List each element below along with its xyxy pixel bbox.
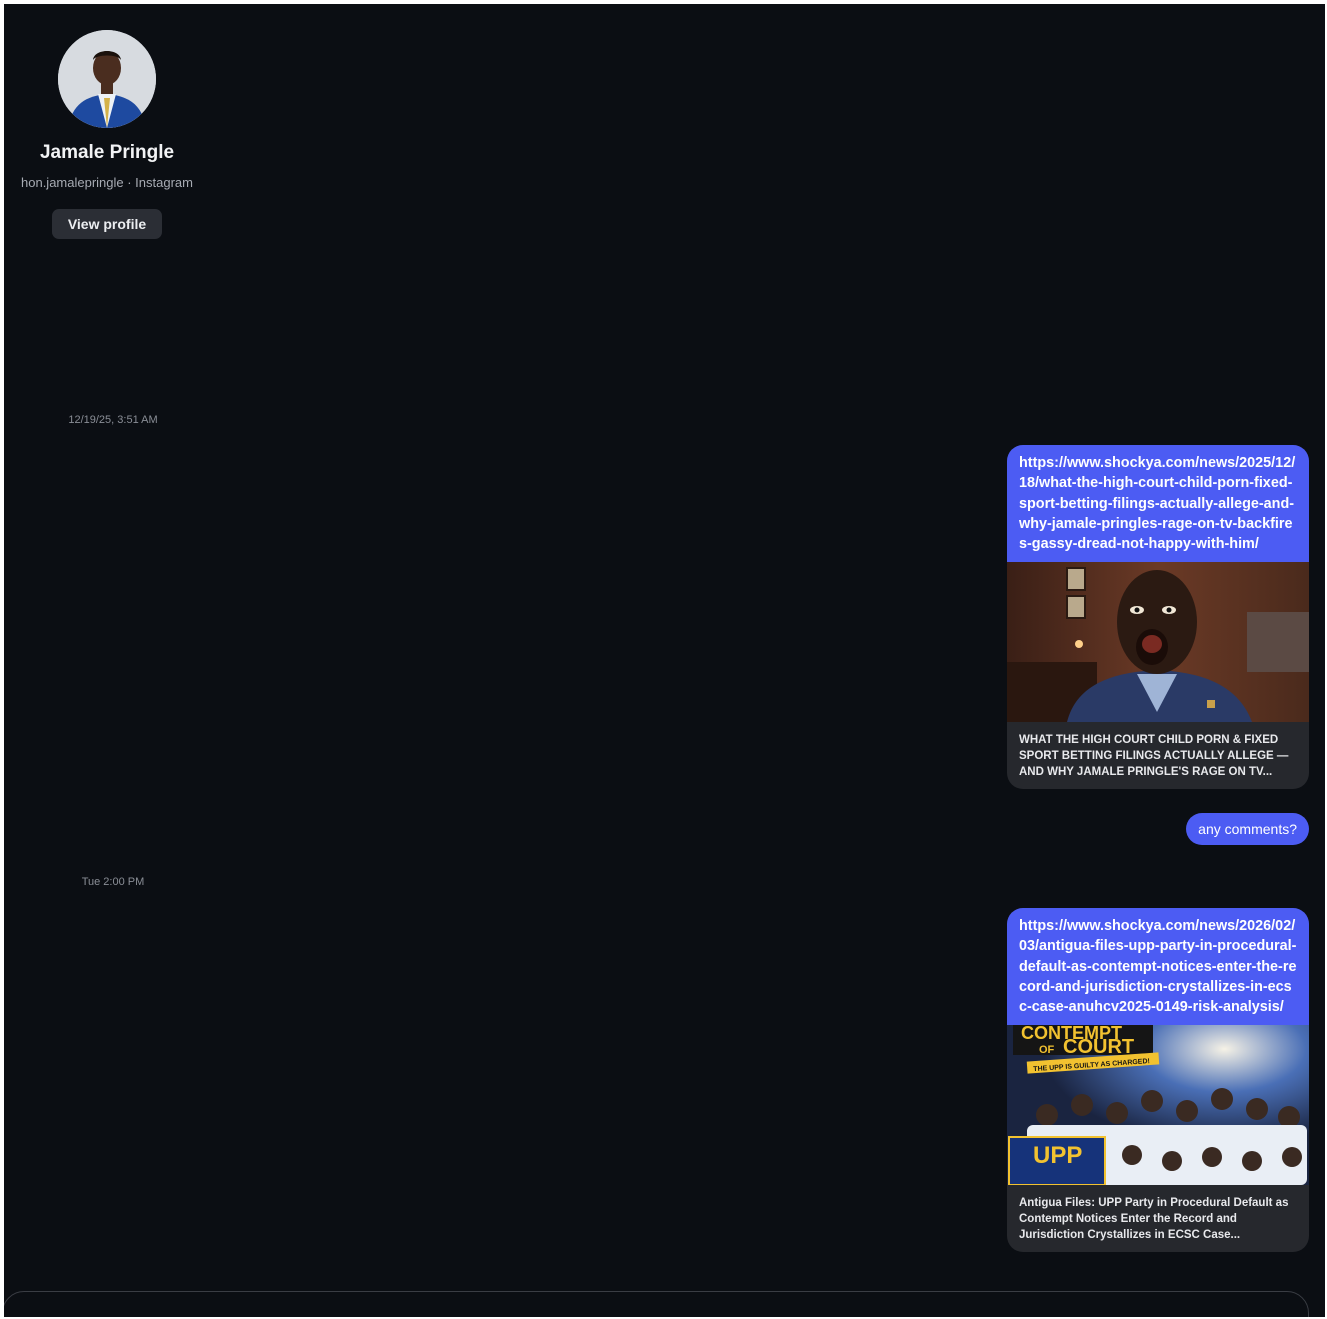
preview-caption[interactable]: Antigua Files: UPP Party in Procedural D… bbox=[1007, 1185, 1309, 1252]
image-title-bottom: COURT bbox=[1063, 1036, 1134, 1058]
message-link[interactable]: https://www.shockya.com/news/2025/12/18/… bbox=[1007, 445, 1309, 563]
preview-image-graphic bbox=[1007, 562, 1309, 723]
upp-logo: UPP bbox=[1033, 1142, 1082, 1169]
message-bubble[interactable]: any comments? bbox=[1186, 813, 1309, 845]
message-composer[interactable] bbox=[4, 1291, 1309, 1317]
message-link[interactable]: https://www.shockya.com/news/2026/02/03/… bbox=[1007, 908, 1309, 1026]
chat-window: Jamale Pringle hon.jamalepringle · Insta… bbox=[4, 4, 1325, 1317]
timestamp-divider: 12/19/25, 3:51 AM bbox=[68, 414, 158, 426]
view-profile-button[interactable]: View profile bbox=[51, 209, 163, 239]
preview-image[interactable]: CONTEMPT OF COURT THE UPP IS GUILTY AS C… bbox=[1007, 1025, 1309, 1186]
link-preview-card[interactable]: https://www.shockya.com/news/2025/12/18/… bbox=[1007, 445, 1309, 790]
profile-name: Jamale Pringle bbox=[39, 142, 175, 163]
preview-caption[interactable]: WHAT THE HIGH COURT CHILD PORN & FIXED S… bbox=[1007, 722, 1309, 789]
profile-avatar[interactable] bbox=[58, 30, 156, 128]
preview-image[interactable] bbox=[1007, 562, 1309, 723]
avatar-image bbox=[58, 30, 156, 128]
profile-header: Jamale Pringle hon.jamalepringle · Insta… bbox=[4, 30, 210, 239]
profile-subtitle: hon.jamalepringle · Instagram bbox=[21, 175, 193, 190]
image-title-of: OF bbox=[1039, 1044, 1055, 1056]
timestamp-divider: Tue 2:00 PM bbox=[81, 876, 145, 888]
link-preview-card[interactable]: https://www.shockya.com/news/2026/02/03/… bbox=[1007, 908, 1309, 1253]
preview-image-graphic: CONTEMPT OF COURT THE UPP IS GUILTY AS C… bbox=[1007, 1025, 1309, 1186]
